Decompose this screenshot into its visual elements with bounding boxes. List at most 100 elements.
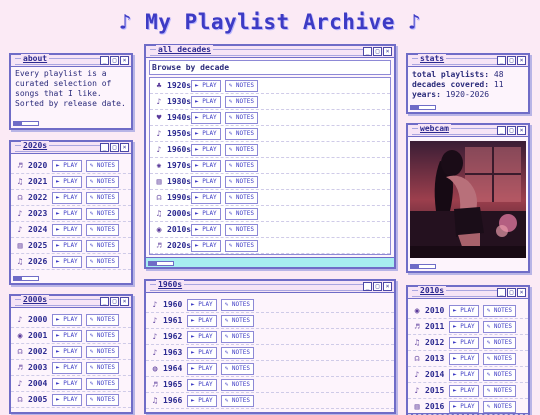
- play-button[interactable]: ► PLAY: [52, 207, 82, 220]
- play-button[interactable]: ► PLAY: [191, 207, 221, 220]
- playlist-label[interactable]: 2024: [28, 225, 52, 234]
- scrollbar[interactable]: [13, 276, 39, 281]
- play-button[interactable]: ► PLAY: [52, 223, 82, 236]
- playlist-label[interactable]: 2020s: [167, 241, 191, 250]
- playlist-label[interactable]: 1966: [163, 396, 187, 405]
- play-button[interactable]: ► PLAY: [191, 95, 221, 108]
- notes-button[interactable]: ✎ NOTES: [224, 223, 258, 236]
- playlist-label[interactable]: 1964: [163, 364, 187, 373]
- notes-button[interactable]: ✎ NOTES: [85, 191, 119, 204]
- notes-button[interactable]: ✎ NOTES: [482, 368, 516, 381]
- notes-button[interactable]: ✎ NOTES: [220, 378, 254, 391]
- notes-button[interactable]: ✎ NOTES: [482, 384, 516, 397]
- playlist-label[interactable]: 2014: [425, 370, 449, 379]
- playlist-label[interactable]: 2000s: [167, 209, 191, 218]
- close-button[interactable]: ×: [517, 288, 526, 297]
- playlist-label[interactable]: 2020: [28, 161, 52, 170]
- minimize-button[interactable]: _: [100, 297, 109, 306]
- notes-button[interactable]: ✎ NOTES: [220, 298, 254, 311]
- playlist-label[interactable]: 2011: [425, 322, 449, 331]
- notes-button[interactable]: ✎ NOTES: [482, 352, 516, 365]
- play-button[interactable]: ► PLAY: [449, 304, 479, 317]
- notes-button[interactable]: ✎ NOTES: [85, 255, 119, 268]
- play-button[interactable]: ► PLAY: [52, 175, 82, 188]
- play-button[interactable]: ► PLAY: [52, 329, 82, 342]
- play-button[interactable]: ► PLAY: [449, 336, 479, 349]
- play-button[interactable]: ► PLAY: [187, 330, 217, 343]
- notes-button[interactable]: ✎ NOTES: [224, 79, 258, 92]
- play-button[interactable]: ► PLAY: [187, 362, 217, 375]
- playlist-label[interactable]: 2002: [28, 347, 52, 356]
- notes-button[interactable]: ✎ NOTES: [224, 159, 258, 172]
- scrollbar[interactable]: [410, 105, 436, 110]
- playlist-label[interactable]: 1950s: [167, 129, 191, 138]
- playlist-label[interactable]: 1940s: [167, 113, 191, 122]
- play-button[interactable]: ► PLAY: [191, 239, 221, 252]
- close-button[interactable]: ×: [120, 297, 129, 306]
- play-button[interactable]: ► PLAY: [187, 314, 217, 327]
- window-2010s-titlebar[interactable]: 2010s _ □ ×: [408, 286, 528, 299]
- window-2000s-titlebar[interactable]: 2000s _ □ ×: [11, 295, 131, 308]
- notes-button[interactable]: ✎ NOTES: [224, 191, 258, 204]
- play-button[interactable]: ► PLAY: [191, 127, 221, 140]
- minimize-button[interactable]: _: [100, 143, 109, 152]
- playlist-label[interactable]: 2010: [425, 306, 449, 315]
- playlist-label[interactable]: 2010s: [167, 225, 191, 234]
- window-1960s-titlebar[interactable]: 1960s _ □ ×: [146, 280, 394, 293]
- play-button[interactable]: ► PLAY: [187, 378, 217, 391]
- notes-button[interactable]: ✎ NOTES: [85, 393, 119, 406]
- play-button[interactable]: ► PLAY: [449, 352, 479, 365]
- play-button[interactable]: ► PLAY: [52, 191, 82, 204]
- playlist-label[interactable]: 1930s: [167, 97, 191, 106]
- notes-button[interactable]: ✎ NOTES: [85, 329, 119, 342]
- play-button[interactable]: ► PLAY: [191, 191, 221, 204]
- notes-button[interactable]: ✎ NOTES: [85, 207, 119, 220]
- close-button[interactable]: ×: [383, 282, 392, 291]
- scrollbar[interactable]: [13, 121, 39, 126]
- notes-button[interactable]: ✎ NOTES: [85, 239, 119, 252]
- notes-button[interactable]: ✎ NOTES: [224, 95, 258, 108]
- playlist-label[interactable]: 2022: [28, 193, 52, 202]
- notes-button[interactable]: ✎ NOTES: [220, 330, 254, 343]
- notes-button[interactable]: ✎ NOTES: [85, 159, 119, 172]
- notes-button[interactable]: ✎ NOTES: [482, 304, 516, 317]
- maximize-button[interactable]: □: [507, 288, 516, 297]
- playlist-label[interactable]: 1980s: [167, 177, 191, 186]
- play-button[interactable]: ► PLAY: [449, 400, 479, 413]
- notes-button[interactable]: ✎ NOTES: [85, 175, 119, 188]
- maximize-button[interactable]: □: [110, 143, 119, 152]
- playlist-label[interactable]: 2021: [28, 177, 52, 186]
- play-button[interactable]: ► PLAY: [52, 255, 82, 268]
- window-2020s-titlebar[interactable]: 2020s _ □ ×: [11, 141, 131, 154]
- notes-button[interactable]: ✎ NOTES: [85, 313, 119, 326]
- minimize-button[interactable]: _: [497, 56, 506, 65]
- stats-titlebar[interactable]: stats _ □ ×: [408, 54, 528, 67]
- play-button[interactable]: ► PLAY: [52, 345, 82, 358]
- playlist-label[interactable]: 2003: [28, 363, 52, 372]
- play-button[interactable]: ► PLAY: [52, 239, 82, 252]
- notes-button[interactable]: ✎ NOTES: [85, 345, 119, 358]
- playlist-label[interactable]: 2005: [28, 395, 52, 404]
- close-button[interactable]: ×: [517, 56, 526, 65]
- play-button[interactable]: ► PLAY: [191, 143, 221, 156]
- notes-button[interactable]: ✎ NOTES: [224, 175, 258, 188]
- play-button[interactable]: ► PLAY: [191, 111, 221, 124]
- all-decades-titlebar[interactable]: all decades _ □ ×: [146, 45, 394, 58]
- maximize-button[interactable]: □: [373, 47, 382, 56]
- webcam-titlebar[interactable]: webcam _ □ ×: [408, 124, 528, 137]
- close-button[interactable]: ×: [120, 56, 129, 65]
- notes-button[interactable]: ✎ NOTES: [220, 362, 254, 375]
- playlist-label[interactable]: 1920s: [167, 81, 191, 90]
- playlist-label[interactable]: 1970s: [167, 161, 191, 170]
- notes-button[interactable]: ✎ NOTES: [85, 223, 119, 236]
- play-button[interactable]: ► PLAY: [191, 175, 221, 188]
- play-button[interactable]: ► PLAY: [191, 79, 221, 92]
- notes-button[interactable]: ✎ NOTES: [220, 346, 254, 359]
- playlist-label[interactable]: 1960: [163, 300, 187, 309]
- play-button[interactable]: ► PLAY: [449, 320, 479, 333]
- minimize-button[interactable]: _: [497, 126, 506, 135]
- play-button[interactable]: ► PLAY: [52, 361, 82, 374]
- playlist-label[interactable]: 1961: [163, 316, 187, 325]
- playlist-label[interactable]: 2012: [425, 338, 449, 347]
- close-button[interactable]: ×: [517, 126, 526, 135]
